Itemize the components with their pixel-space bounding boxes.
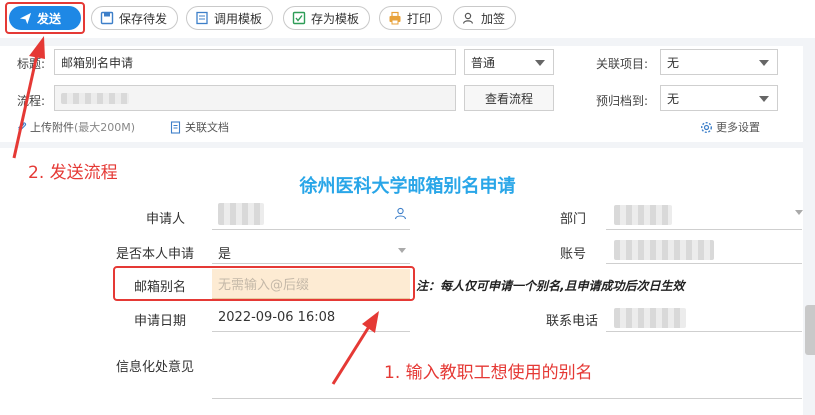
account-label: 账号 (560, 247, 587, 262)
chevron-down-icon (759, 96, 769, 102)
chevron-down-icon (535, 60, 545, 66)
gear-icon (700, 121, 713, 134)
alias-note: 注：每人仅可申请一个别名,且申请成功后次日生效 (416, 279, 685, 293)
chevron-down-icon[interactable] (398, 248, 406, 253)
paper-plane-icon (18, 11, 32, 25)
alias-input[interactable]: 无需输入@后缀 (212, 269, 410, 299)
department-field[interactable] (606, 229, 802, 230)
send-button[interactable]: 发送 (9, 6, 81, 30)
section-divider (0, 142, 815, 148)
date-value: 2022-09-06 16:08 (218, 310, 336, 325)
related-doc-link[interactable]: 关联文档 (170, 119, 229, 135)
save-icon (100, 11, 114, 25)
arrow-to-alias (331, 324, 372, 385)
related-project-select[interactable]: 无 (660, 49, 778, 75)
annotation-step2: 2. 发送流程 (28, 163, 118, 183)
account-field[interactable] (606, 263, 802, 264)
scroll-handle[interactable] (805, 305, 815, 355)
arrow-to-alias-head (362, 311, 379, 333)
upload-attachment-link[interactable]: 上传附件 (最大200M) (16, 119, 135, 135)
title-label: 标题: (17, 57, 46, 71)
redacted-phone (614, 308, 686, 328)
annotation-step1: 1. 输入教职工想使用的别名 (384, 363, 593, 383)
document-icon (170, 120, 182, 134)
add-people-icon (462, 11, 476, 25)
phone-label: 联系电话 (546, 314, 599, 329)
toolbar: 发送 保存待发 调用模板 存为模板 打印 加签 (0, 0, 815, 38)
flow-input[interactable] (54, 85, 456, 111)
redacted-department (614, 205, 672, 225)
toolbar-divider (0, 38, 815, 46)
redacted-flow (61, 92, 129, 104)
form-title: 徐州医科大学邮箱别名申请 (299, 176, 516, 197)
title-input[interactable]: 邮箱别名申请 (54, 49, 456, 75)
redacted-account (614, 240, 714, 260)
opinion-field[interactable] (212, 398, 802, 399)
template-icon (195, 11, 209, 25)
person-icon[interactable] (394, 207, 407, 223)
phone-field[interactable] (606, 331, 802, 332)
self-apply-select[interactable] (212, 263, 410, 264)
self-apply-label: 是否本人申请 (116, 247, 195, 262)
redacted-applicant (218, 203, 264, 225)
countersign-button[interactable]: 加签 (453, 6, 517, 30)
applicant-label: 申请人 (146, 212, 186, 227)
more-settings-link[interactable]: 更多设置 (700, 119, 760, 135)
view-flow-button[interactable]: 查看流程 (464, 85, 554, 111)
archive-select[interactable]: 无 (660, 85, 778, 111)
department-label: 部门 (560, 212, 587, 227)
archive-label: 预归档到: (596, 94, 649, 108)
scroll-track[interactable] (803, 46, 815, 415)
printer-icon (388, 11, 402, 25)
date-label: 申请日期 (134, 314, 187, 329)
use-template-button[interactable]: 调用模板 (186, 6, 274, 30)
save-template-button[interactable]: 存为模板 (283, 6, 371, 30)
applicant-field[interactable] (212, 229, 410, 230)
save-draft-button[interactable]: 保存待发 (91, 6, 179, 30)
related-project-label: 关联项目: (596, 57, 649, 71)
chevron-down-icon (759, 60, 769, 66)
chevron-down-icon[interactable] (795, 210, 803, 215)
opinion-label: 信息化处意见 (116, 360, 195, 375)
save-template-icon (292, 11, 306, 25)
flow-label: 流程: (17, 94, 46, 108)
paperclip-icon (16, 121, 27, 133)
print-button[interactable]: 打印 (379, 6, 443, 30)
alias-label: 邮箱别名 (134, 280, 187, 295)
self-apply-value: 是 (218, 247, 232, 262)
date-field[interactable] (212, 331, 410, 332)
priority-select[interactable]: 普通 (464, 49, 554, 75)
